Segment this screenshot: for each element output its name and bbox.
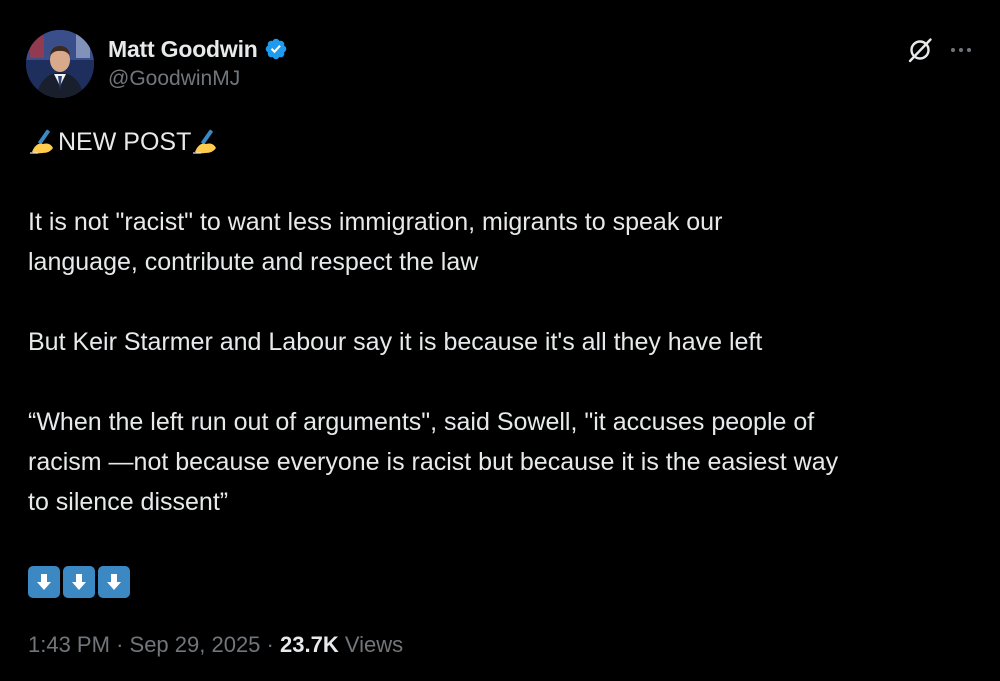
meta-separator: · xyxy=(116,632,124,657)
post-date[interactable]: Sep 29, 2025 xyxy=(130,632,261,657)
author-display-name[interactable]: Matt Goodwin xyxy=(108,36,258,63)
author-handle[interactable]: @GoodwinMJ xyxy=(108,67,288,91)
headline-text: NEW POST xyxy=(58,128,192,156)
down-arrows xyxy=(28,562,978,602)
meta-separator: · xyxy=(266,632,274,657)
paragraph-2: But Keir Starmer and Labour say it is be… xyxy=(28,328,763,356)
post-header: Matt Goodwin @GoodwinMJ xyxy=(26,30,974,100)
paragraph-3-line-1: “When the left run out of arguments", sa… xyxy=(28,408,815,436)
writing-hand-icon xyxy=(191,127,221,155)
paragraph-3: “When the left run out of arguments", sa… xyxy=(28,402,978,522)
down-arrow-icon xyxy=(63,566,95,598)
paragraph-1: It is not "racist" to want less immigrat… xyxy=(28,202,978,282)
post-headline: NEW POST xyxy=(28,122,978,162)
views-count[interactable]: 23.7K xyxy=(280,632,339,657)
post-meta: 1:43 PM · Sep 29, 2025 · 23.7K Views xyxy=(28,632,403,658)
paragraph-3-line-3: to silence dissent” xyxy=(28,488,229,516)
more-options-icon[interactable] xyxy=(948,37,974,63)
post-text: NEW POST It is not "racist" to want less… xyxy=(28,122,978,602)
author-info: Matt Goodwin @GoodwinMJ xyxy=(108,34,288,91)
paragraph-3-line-2: racism —not because everyone is racist b… xyxy=(28,448,839,476)
writing-hand-icon xyxy=(28,127,58,155)
name-row: Matt Goodwin xyxy=(108,34,288,64)
down-arrow-icon xyxy=(98,566,130,598)
avatar-image xyxy=(26,30,94,98)
views-label: Views xyxy=(344,632,404,657)
paragraph-1-line-1: It is not "racist" to want less immigrat… xyxy=(28,208,723,236)
top-actions xyxy=(906,36,974,64)
paragraph-1-line-2: language, contribute and respect the law xyxy=(28,248,479,276)
avatar[interactable] xyxy=(26,30,94,98)
grok-icon[interactable] xyxy=(906,36,934,64)
verified-badge-icon xyxy=(264,37,288,61)
down-arrow-icon xyxy=(28,566,60,598)
post-time[interactable]: 1:43 PM xyxy=(28,632,110,657)
